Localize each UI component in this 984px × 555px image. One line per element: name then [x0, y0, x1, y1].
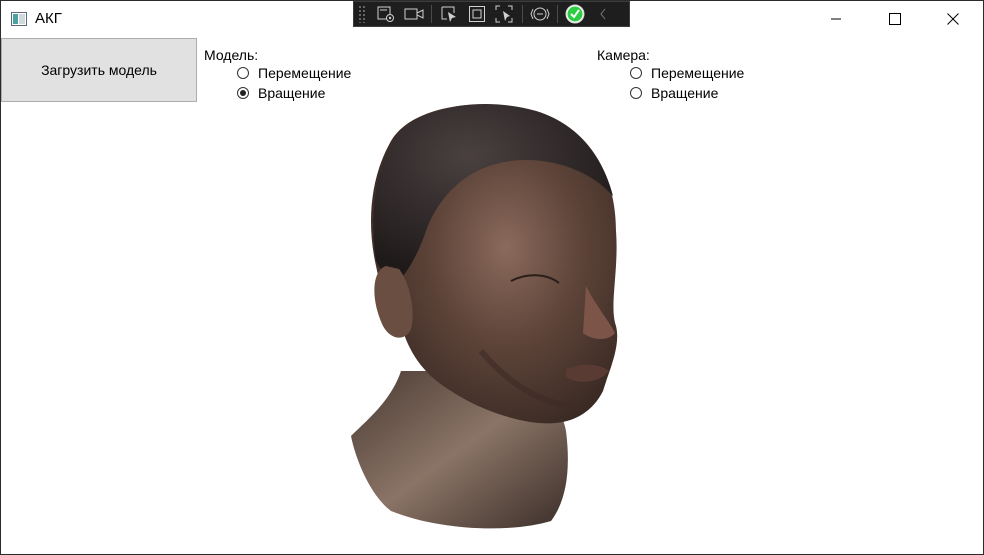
- load-model-button[interactable]: Загрузить модель: [1, 38, 197, 102]
- select-element-button[interactable]: [435, 2, 463, 26]
- model-move-label: Перемещение: [258, 65, 352, 81]
- model-rotate-label: Вращение: [258, 85, 326, 101]
- model-rotate-radio[interactable]: [237, 87, 249, 99]
- toolbar-separator: [431, 5, 432, 23]
- toolbar-separator: [557, 5, 558, 23]
- model-group-label: Модель:: [204, 47, 259, 63]
- close-button[interactable]: [930, 1, 976, 37]
- window-title: АКГ: [35, 10, 62, 27]
- maximize-icon: [889, 13, 901, 25]
- camera-group-label: Камера:: [597, 47, 650, 63]
- collapse-chevron-icon: [600, 8, 606, 20]
- model-move-radio[interactable]: [237, 67, 249, 79]
- hot-reload-check-icon: [565, 4, 585, 24]
- track-focused-element-button[interactable]: [491, 2, 519, 26]
- debug-toolbar: [353, 1, 630, 27]
- binding-failures-button[interactable]: [526, 2, 554, 26]
- minimize-icon: [831, 18, 841, 20]
- live-visual-tree-button[interactable]: [372, 2, 400, 26]
- record-button[interactable]: [400, 2, 428, 26]
- app-window: АКГ Загрузить модель Модель: Перемещение…: [0, 0, 984, 555]
- model-move-option[interactable]: Перемещение: [237, 65, 351, 81]
- camera-move-radio[interactable]: [630, 67, 642, 79]
- select-element-icon: [441, 6, 456, 22]
- video-camera-icon: [404, 8, 424, 20]
- close-icon: [947, 13, 959, 25]
- toolbar-grip[interactable]: [358, 5, 366, 23]
- binding-failures-icon: [530, 7, 550, 21]
- head-model-image: [351, 103, 618, 529]
- hot-reload-button[interactable]: [561, 2, 589, 26]
- maximize-button[interactable]: [872, 1, 918, 37]
- model-viewport[interactable]: [331, 101, 651, 536]
- live-visual-tree-icon: [377, 6, 394, 22]
- app-icon: [11, 12, 27, 26]
- model-rotate-option[interactable]: Вращение: [237, 85, 325, 101]
- camera-rotate-radio[interactable]: [630, 87, 642, 99]
- display-layout-adorners-button[interactable]: [463, 2, 491, 26]
- camera-rotate-label: Вращение: [651, 85, 719, 101]
- collapse-toolbar-button[interactable]: [589, 2, 617, 26]
- toolbar-separator: [522, 5, 523, 23]
- minimize-button[interactable]: [813, 1, 859, 37]
- camera-rotate-option[interactable]: Вращение: [630, 85, 718, 101]
- display-layout-adorners-icon: [469, 6, 485, 22]
- camera-move-label: Перемещение: [651, 65, 745, 81]
- camera-move-option[interactable]: Перемещение: [630, 65, 744, 81]
- track-focused-element-icon: [495, 5, 513, 23]
